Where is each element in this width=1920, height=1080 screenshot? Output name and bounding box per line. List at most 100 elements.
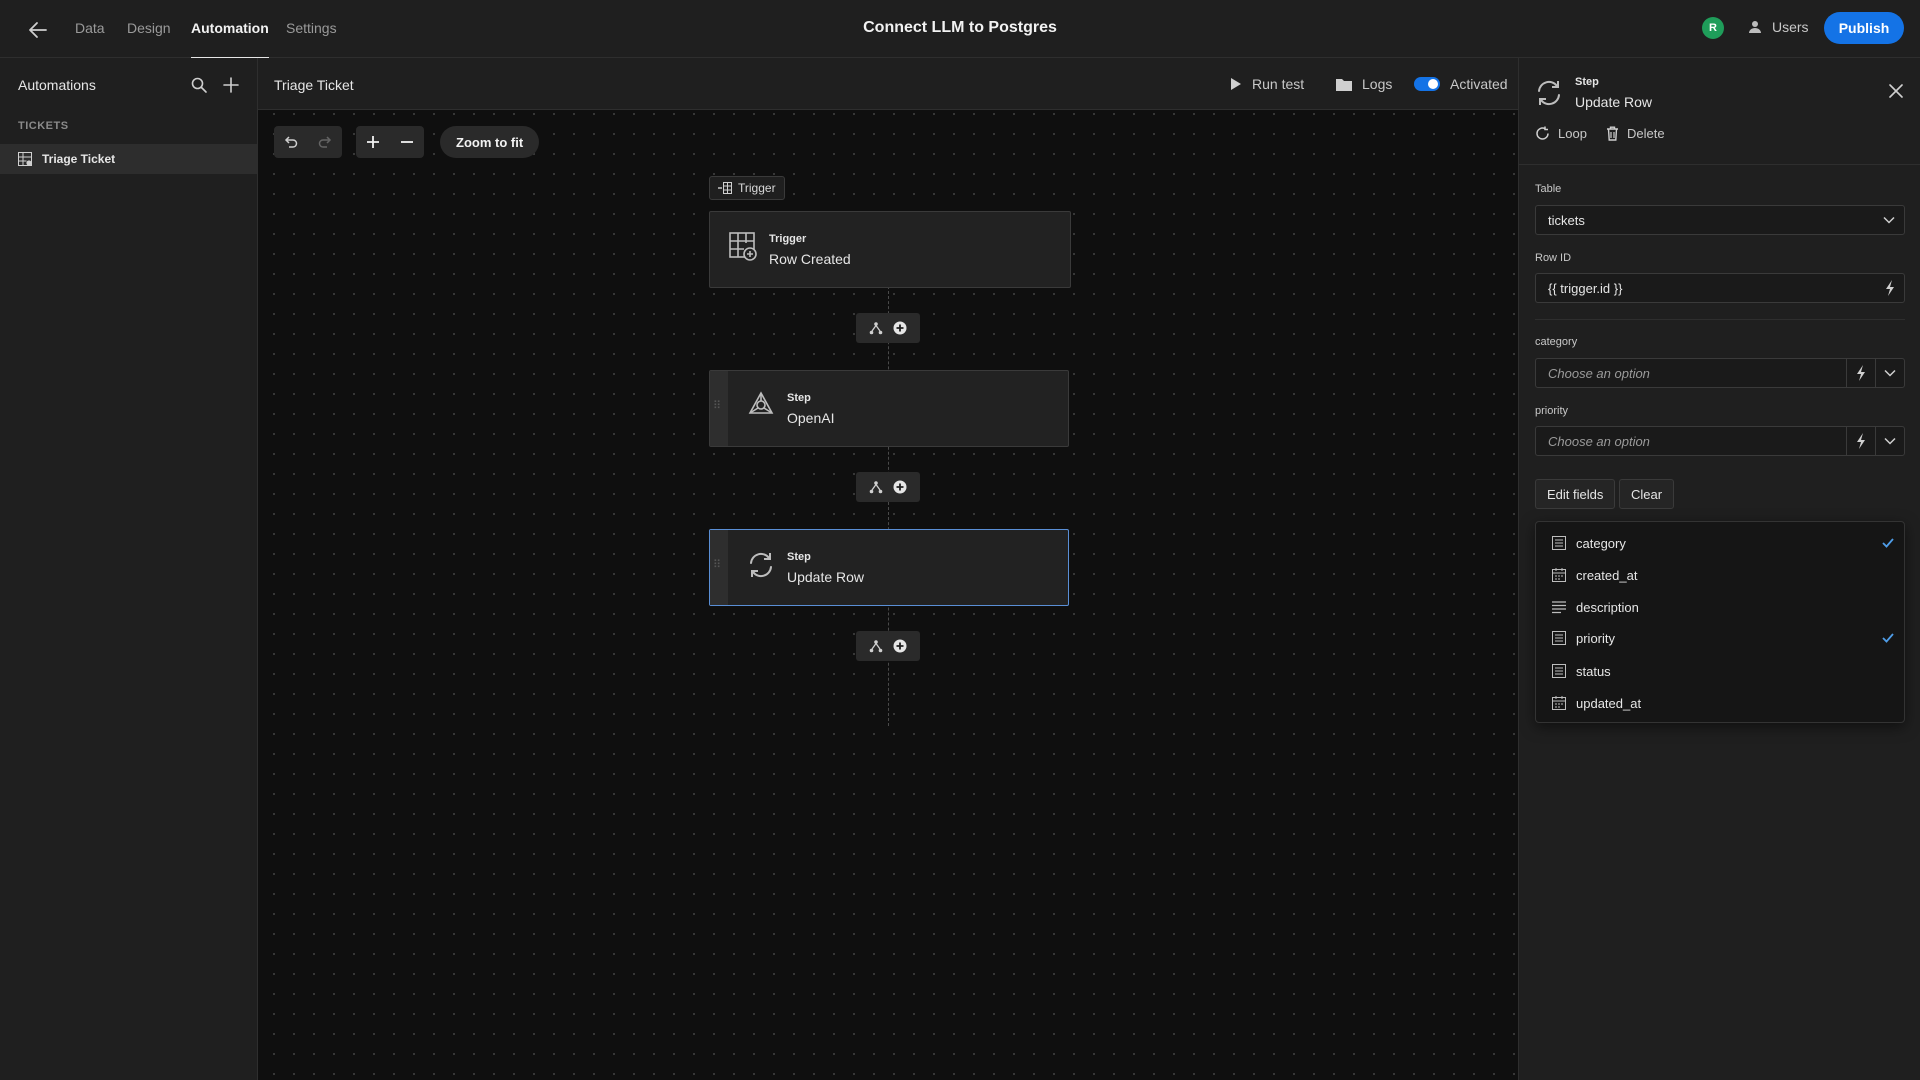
chevron-down-icon [1874,206,1904,234]
lightning-bolt-icon[interactable] [1846,427,1875,455]
checkmark-icon [1882,538,1894,548]
undo-icon[interactable] [274,126,308,158]
toggle-switch[interactable] [1414,77,1440,91]
tab-data[interactable]: Data [75,20,105,36]
checkmark-icon [1882,633,1894,643]
node-name: OpenAI [787,410,835,426]
table-add-icon [729,232,757,262]
field-option-priority[interactable]: priority [1536,623,1904,653]
lightning-bolt-icon[interactable] [1846,359,1875,387]
table-select[interactable]: tickets [1535,205,1905,235]
chevron-down-icon[interactable] [1875,427,1904,455]
delete-button[interactable]: Delete [1606,126,1665,141]
add-icon[interactable] [222,76,240,94]
trigger-tag-label: Trigger [738,181,776,195]
field-option-label: created_at [1576,567,1638,583]
node-kind: Step [787,551,811,563]
field-picker-popover: category created_at description priority [1535,521,1905,723]
activated-label: Activated [1450,76,1508,92]
drag-handle[interactable] [710,371,728,446]
field-option-created-at[interactable]: created_at [1536,560,1904,590]
users-label: Users [1772,19,1809,35]
field-divider [1535,319,1905,320]
run-test-button[interactable]: Run test [1230,76,1304,92]
row-id-label: Row ID [1535,252,1572,264]
automation-title: Triage Ticket [274,77,354,93]
top-bar: Data Design Automation Settings Connect … [0,0,1920,59]
category-select[interactable]: Choose an option [1535,358,1905,388]
sidebar-section-label: TICKETS [18,120,69,132]
field-option-status[interactable]: status [1536,656,1904,686]
close-icon[interactable] [1889,84,1903,98]
zoom-out-icon[interactable] [390,126,424,158]
logs-label: Logs [1362,76,1393,92]
back-arrow-icon[interactable] [26,18,50,42]
drag-handle[interactable] [710,530,728,605]
sidebar-item-label: Triage Ticket [42,152,116,166]
panel-step-name: Update Row [1575,94,1653,110]
branch-icon[interactable] [869,480,883,494]
calendar-icon [1552,696,1566,710]
zoom-controls [356,126,424,158]
loop-label: Loop [1558,126,1587,141]
users-icon [1748,19,1764,35]
sidebar-item-triage-ticket[interactable]: Triage Ticket [0,144,257,174]
canvas-header: Triage Ticket Run test Logs Activated [258,58,1518,110]
branch-icon[interactable] [869,321,883,335]
loop-icon [1535,126,1550,141]
tab-settings[interactable]: Settings [286,20,337,36]
openai-icon [747,391,775,421]
field-option-label: category [1576,535,1626,551]
clear-button[interactable]: Clear [1619,479,1675,509]
node-actions [856,472,920,502]
priority-placeholder: Choose an option [1548,433,1650,449]
redo-icon[interactable] [308,126,342,158]
search-icon[interactable] [190,76,208,94]
delete-label: Delete [1627,126,1665,141]
category-label: category [1535,336,1578,348]
node-kind: Trigger [769,233,807,245]
field-option-updated-at[interactable]: updated_at [1536,688,1904,718]
field-option-label: priority [1576,630,1616,646]
edit-fields-button[interactable]: Edit fields [1535,479,1616,509]
flow-node-update-row[interactable]: Step Update Row [709,529,1069,606]
zoom-in-icon[interactable] [356,126,390,158]
lightning-bolt-icon[interactable] [1876,274,1904,302]
run-test-label: Run test [1252,76,1305,92]
tab-design[interactable]: Design [127,20,171,36]
tab-automation[interactable]: Automation [191,20,269,59]
refresh-icon [1535,78,1563,108]
trash-icon [1606,126,1619,141]
branch-icon[interactable] [869,639,883,653]
trigger-tag: Trigger [709,176,785,200]
category-placeholder: Choose an option [1548,365,1650,381]
users-button[interactable]: Users [1748,19,1809,35]
field-option-description[interactable]: description [1536,592,1904,622]
table-add-icon [18,152,32,166]
history-controls [274,126,342,158]
priority-select[interactable]: Choose an option [1535,426,1905,456]
automation-canvas[interactable]: Triage Ticket Run test Logs Activated Zo… [258,58,1518,1080]
flow-node-trigger[interactable]: Trigger Row Created [709,211,1071,288]
panel-step-kind: Step [1575,76,1599,88]
flow-node-openai[interactable]: Step OpenAI [709,370,1069,447]
add-step-icon[interactable] [893,321,907,335]
publish-button[interactable]: Publish [1824,12,1904,44]
field-option-category[interactable]: category [1536,528,1904,558]
panel-divider [1519,164,1920,165]
add-step-icon[interactable] [893,639,907,653]
chevron-down-icon[interactable] [1875,359,1904,387]
row-id-input[interactable]: {{ trigger.id }} [1535,273,1905,303]
field-option-label: updated_at [1576,695,1642,711]
zoom-to-fit-button[interactable]: Zoom to fit [440,126,540,158]
text-field-icon [1552,631,1566,645]
activated-toggle[interactable]: Activated [1414,76,1508,92]
field-option-label: description [1576,599,1639,615]
add-step-icon[interactable] [893,480,907,494]
node-name: Row Created [769,251,851,267]
avatar[interactable]: R [1702,17,1724,39]
paragraph-icon [1552,600,1566,614]
folder-icon [1336,78,1352,91]
loop-button[interactable]: Loop [1535,126,1587,141]
logs-button[interactable]: Logs [1336,76,1392,92]
